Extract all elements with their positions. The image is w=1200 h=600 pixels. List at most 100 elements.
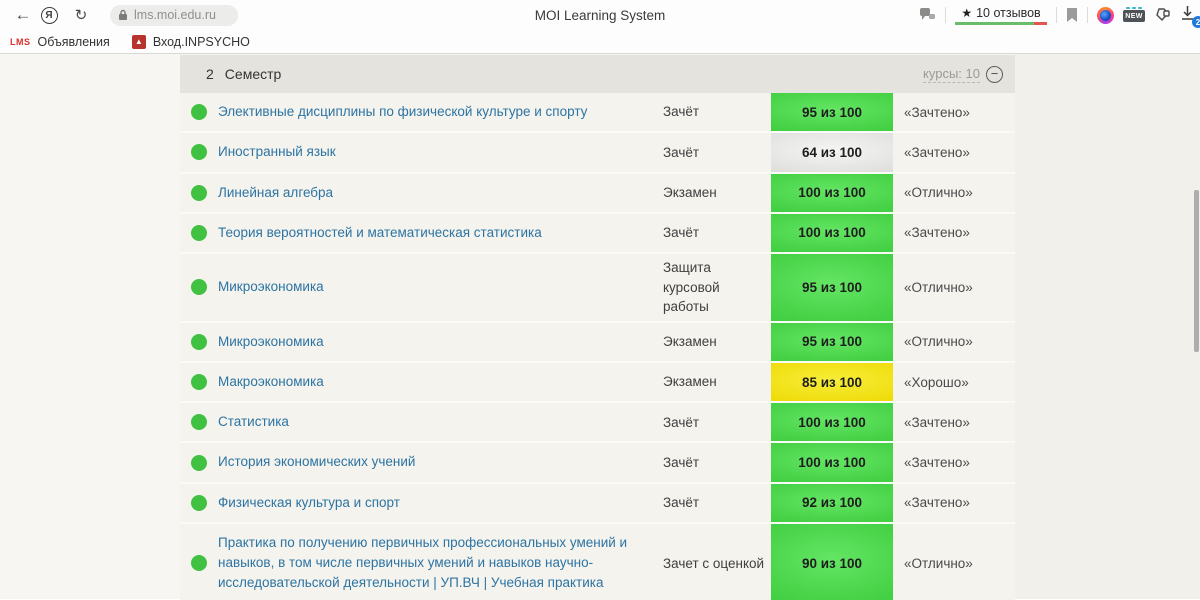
bookmark-label: Объявления: [37, 34, 110, 49]
courses-count-link[interactable]: курсы: 10: [923, 66, 980, 83]
assessment-type: Зачёт: [663, 495, 700, 511]
grade-text: «Зачтено»: [904, 144, 970, 160]
grade-text: «Отлично»: [904, 334, 973, 350]
course-link[interactable]: Микроэкономика: [218, 323, 663, 361]
assessment-type: Зачёт: [663, 225, 700, 241]
score-badge: 64 из 100: [771, 133, 893, 172]
assessment-type: Экзамен: [663, 374, 717, 390]
course-link[interactable]: Статистика: [218, 403, 663, 441]
site-reviews[interactable]: ★ 10 отзывов: [955, 6, 1047, 25]
separator: [1087, 7, 1088, 23]
assessment-type: Экзамен: [663, 334, 717, 350]
table-row: Микроэкономика Экзамен 95 из 100 «Отличн…: [180, 322, 1015, 363]
lms-favicon: LMS: [10, 36, 31, 47]
table-row: История экономических учений Зачёт 100 и…: [180, 443, 1015, 484]
reviews-label: 10 отзывов: [976, 5, 1041, 20]
assessment-type: Зачет с оценкой: [663, 555, 765, 571]
status-dot-icon: [191, 279, 207, 296]
assessment-type: Экзамен: [663, 184, 717, 200]
score-badge: 100 из 100: [771, 173, 893, 212]
separator: [945, 7, 946, 23]
page-body: 2 Семестр курсы: 10 − Элективные дисципл…: [0, 54, 1200, 600]
table-row: Теория вероятностей и математическая ста…: [180, 213, 1015, 254]
grade-text: «Отлично»: [904, 279, 973, 295]
bookmark-item-announcements[interactable]: LMS Объявления: [10, 35, 110, 49]
score-badge: 85 из 100: [771, 362, 893, 402]
yandex-icon: Я: [40, 6, 58, 24]
score-badge: 95 из 100: [771, 93, 893, 132]
separator: [1056, 7, 1057, 23]
course-link[interactable]: Теория вероятностей и математическая ста…: [218, 214, 663, 252]
assessment-type: Зачёт: [663, 454, 700, 470]
table-row: Иностранный язык Зачёт 64 из 100 «Зачтен…: [180, 133, 1015, 174]
new-extension-badge: NEW: [1123, 10, 1145, 22]
course-link[interactable]: История экономических учений: [218, 443, 663, 481]
inpsycho-favicon: ▲: [131, 34, 146, 49]
semester-2-header: 2 Семестр курсы: 10 −: [180, 55, 1015, 93]
score-badge: 95 из 100: [771, 254, 893, 321]
assessment-type: Зачёт: [663, 104, 700, 120]
status-dot-icon: [191, 555, 207, 572]
status-dot-icon: [191, 454, 207, 471]
rating-positive: [955, 21, 1034, 25]
page-right-margin: [1015, 54, 1200, 599]
back-button[interactable]: ←: [10, 2, 36, 28]
address-bar[interactable]: lms.moi.edu.ru: [110, 4, 238, 26]
url-text: lms.moi.edu.ru: [134, 8, 216, 22]
lock-icon: [118, 9, 128, 21]
score-badge: 92 из 100: [771, 483, 893, 522]
table-row: Практика по получению первичных професси…: [180, 523, 1015, 600]
grade-text: «Зачтено»: [904, 225, 970, 241]
extension-browser-icon[interactable]: [1097, 6, 1114, 24]
course-link[interactable]: Микроэкономика: [218, 254, 663, 321]
refresh-button[interactable]: ↻: [68, 2, 94, 28]
status-dot-icon: [191, 374, 207, 391]
table-row: Статистика Зачёт 100 из 100 «Зачтено»: [180, 403, 1015, 444]
grade-text: «Зачтено»: [904, 414, 970, 430]
toolbar-right-cluster: ★ 10 отзывов NEW 2: [920, 0, 1200, 30]
collapse-semester-button[interactable]: −: [986, 65, 1003, 83]
yandex-button[interactable]: Я: [36, 2, 62, 28]
table-row: Элективные дисциплины по физической куль…: [180, 93, 1015, 134]
bookmarks-bar: LMS Объявления ▲ Вход.INPSYCHO: [0, 30, 1200, 54]
score-badge: 100 из 100: [771, 403, 893, 442]
grade-text: «Хорошо»: [904, 374, 969, 390]
extension-browser-icon-inner: [1100, 9, 1111, 21]
score-badge: 100 из 100: [771, 443, 893, 482]
vertical-scrollbar[interactable]: [1194, 190, 1199, 352]
grade-text: «Отлично»: [904, 185, 973, 201]
browser-toolbar: ← Я ↻ lms.moi.edu.ru MOI Learning System…: [0, 0, 1200, 30]
new-extension-dots: [1126, 6, 1142, 9]
course-link[interactable]: Иностранный язык: [218, 133, 663, 171]
grade-text: «Отлично»: [904, 555, 973, 571]
bookmark-item-inpsycho[interactable]: ▲ Вход.INPSYCHO: [131, 34, 250, 49]
score-badge: 95 из 100: [771, 322, 893, 361]
collections-icon[interactable]: [1154, 7, 1171, 23]
course-link[interactable]: Элективные дисциплины по физической куль…: [218, 93, 663, 131]
course-link[interactable]: Практика по получению первичных професси…: [218, 524, 663, 600]
rating-bar: [955, 21, 1047, 25]
status-dot-icon: [191, 414, 207, 431]
status-dot-icon: [191, 494, 207, 511]
semester-label: Семестр: [224, 66, 282, 82]
assessment-type: Защита курсовой работы: [663, 260, 720, 315]
score-badge: 90 из 100: [771, 523, 893, 600]
protect-icon[interactable]: [920, 8, 936, 22]
course-link[interactable]: Физическая культура и спорт: [218, 484, 663, 522]
new-extension-icon[interactable]: NEW: [1123, 6, 1145, 24]
assessment-type: Зачёт: [663, 144, 700, 160]
downloads-count-badge: 2: [1192, 16, 1200, 28]
score-badge: 100 из 100: [771, 213, 893, 252]
bookmark-icon[interactable]: [1066, 7, 1078, 23]
table-row: Микроэкономика Защита курсовой работы 95…: [180, 254, 1015, 323]
bookmark-label: Вход.INPSYCHO: [152, 34, 250, 49]
table-row: Макроэкономика Экзамен 85 из 100 «Хорошо…: [180, 362, 1015, 404]
status-dot-icon: [191, 144, 207, 161]
assessment-type: Зачёт: [663, 414, 700, 430]
status-dot-icon: [191, 333, 207, 350]
rating-negative: [1034, 21, 1047, 25]
course-link[interactable]: Линейная алгебра: [218, 174, 663, 212]
downloads-button[interactable]: 2: [1180, 5, 1200, 28]
table-row: Линейная алгебра Экзамен 100 из 100 «Отл…: [180, 173, 1015, 214]
course-link[interactable]: Макроэкономика: [218, 363, 663, 401]
